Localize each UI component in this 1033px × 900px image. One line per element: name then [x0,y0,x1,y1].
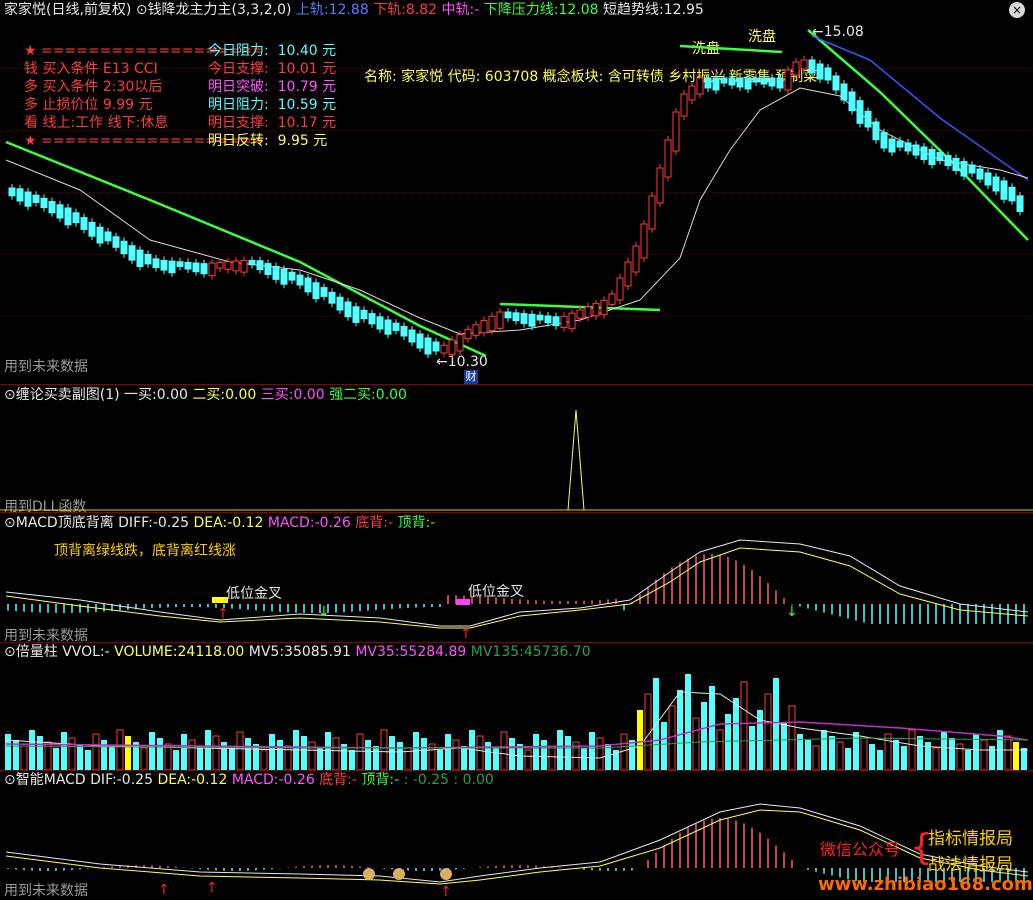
svg-text:↑: ↑ [206,880,218,896]
watermark-line-2: 战法情报局 [928,855,1013,875]
wechat-label: 微信公众号 [820,840,901,859]
svg-text:↑: ↑ [158,882,170,898]
smart-macd-chart: ↑ ↑ ↑ [5,803,1029,900]
svg-text:↑: ↑ [440,884,452,900]
watermark-site: www.zhibiao168.com [818,874,1033,895]
watermark-line-1: 指标情报局 [928,829,1013,849]
